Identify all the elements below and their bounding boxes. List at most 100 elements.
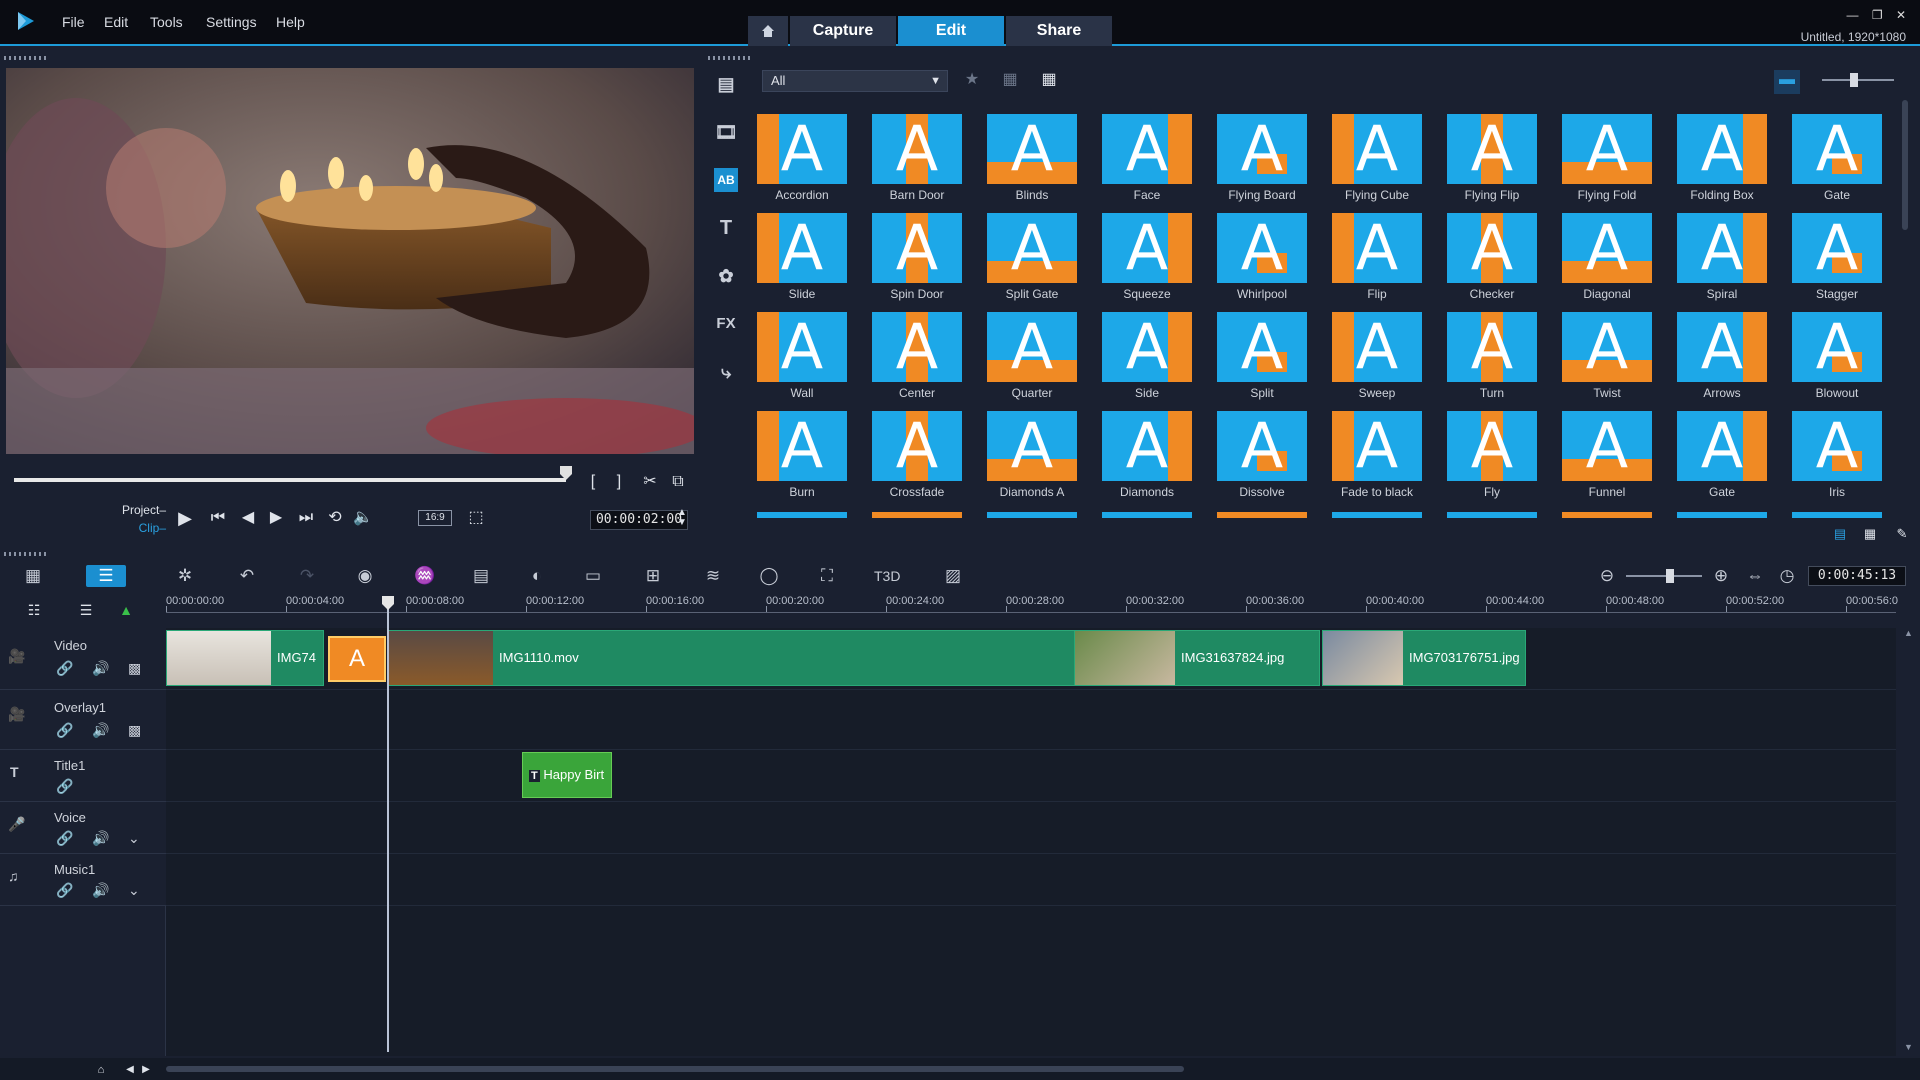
enlarge-preview-icon[interactable]: ⧉ (668, 472, 688, 492)
scroll-left-icon[interactable]: ◀ (124, 1060, 136, 1080)
timeline-horizontal-scrollbar[interactable] (166, 1066, 1184, 1072)
player-timecode[interactable]: 00:00:02:00 (590, 510, 688, 530)
filter-icon[interactable]: FX (714, 312, 738, 336)
transition-thumb[interactable]: A Funnel (1561, 409, 1675, 505)
volume-icon[interactable]: 🔈 (350, 508, 376, 528)
transition-thumb[interactable]: A Wall (756, 310, 870, 406)
transition-thumb[interactable]: A Split Gate (986, 211, 1100, 307)
end-icon[interactable]: ⏭ (294, 508, 318, 528)
storyboard-view-icon[interactable]: ▦ (20, 565, 46, 587)
expand-chevron-icon[interactable]: ⌄ (128, 882, 140, 899)
project-mode-label[interactable]: Project– (116, 500, 166, 520)
transition-thumb-partial[interactable] (1677, 512, 1767, 518)
transition-thumb[interactable]: A Dissolve (1216, 409, 1330, 505)
mosaic-icon[interactable]: ▩ (128, 722, 141, 739)
transition-thumb[interactable]: A Fly (1446, 409, 1560, 505)
title-icon[interactable]: T (714, 216, 738, 240)
link-icon[interactable]: 🔗 (56, 778, 73, 795)
clip-mode-label[interactable]: Clip– (116, 518, 166, 538)
fit-project-icon[interactable]: ⇔ (1742, 565, 1768, 587)
tab-edit[interactable]: Edit (898, 16, 1004, 46)
graphic-icon[interactable]: ✿ (714, 264, 738, 288)
aspect-ratio-button[interactable]: 16:9 (418, 510, 452, 526)
transition-thumb[interactable]: A Crossfade (871, 409, 985, 505)
add-chapter-icon[interactable]: ☰ (74, 600, 98, 620)
transition-thumb[interactable]: A Flying Board (1216, 112, 1330, 208)
transition-thumb[interactable]: A Checker (1446, 211, 1560, 307)
transition-thumb[interactable]: A Stagger (1791, 211, 1896, 307)
transition-thumb[interactable]: A Accordion (756, 112, 870, 208)
expand-chevron-icon[interactable]: ⌄ (128, 830, 140, 847)
transition-thumb[interactable]: A Slide (756, 211, 870, 307)
transition-thumb[interactable]: A Turn (1446, 310, 1560, 406)
scrubber-track[interactable] (14, 478, 566, 482)
menu-tools[interactable]: Tools (150, 14, 183, 30)
toolbar-settings-icon[interactable]: ✲ (172, 565, 198, 587)
transition-thumb[interactable]: A Spin Door (871, 211, 985, 307)
transition-thumb-partial[interactable] (1447, 512, 1537, 518)
next-frame-icon[interactable]: ▶ (264, 508, 288, 528)
add-favorite-icon[interactable]: ★ (960, 70, 984, 90)
transition-thumb[interactable]: A Diamonds A (986, 409, 1100, 505)
track-options-icon[interactable]: ⌂ (92, 1060, 110, 1080)
transition-thumb[interactable]: A Whirlpool (1216, 211, 1330, 307)
transition-thumb[interactable]: A Split (1216, 310, 1330, 406)
play-button[interactable]: ▶ (172, 508, 198, 528)
pan-zoom-icon[interactable]: ⛶ (814, 565, 840, 587)
ripple-editing-icon[interactable]: ▲ (114, 600, 138, 620)
transition-thumb[interactable]: A Gate (1676, 409, 1790, 505)
display-mode-icon[interactable]: ⬚ (462, 508, 490, 528)
mute-icon[interactable]: 🔊 (92, 660, 109, 677)
scroll-up-icon[interactable]: ▲ (1904, 628, 1913, 638)
close-button[interactable]: ✕ (1896, 8, 1906, 22)
video-clip-2[interactable]: IMG1110.mov (388, 630, 1084, 686)
split-clip-icon[interactable]: ✂ (640, 472, 660, 492)
transition-thumb[interactable]: A Iris (1791, 409, 1896, 505)
timecode-stepper[interactable]: ▲ ▼ (676, 508, 688, 528)
path-icon[interactable]: ⤷ (714, 360, 738, 384)
transition-thumb[interactable]: A Side (1101, 310, 1215, 406)
transition-thumb[interactable]: A Diagonal (1561, 211, 1675, 307)
minimize-button[interactable]: — (1846, 8, 1858, 22)
mute-icon[interactable]: 🔊 (92, 722, 109, 739)
gallery-scrollbar[interactable] (1902, 100, 1908, 230)
undo-icon[interactable]: ↶ (234, 565, 260, 587)
transition-thumb[interactable]: A Burn (756, 409, 870, 505)
transition-thumb[interactable]: A Flying Flip (1446, 112, 1560, 208)
transition-thumb[interactable]: A Twist (1561, 310, 1675, 406)
timeline-vertical-scrollbar[interactable]: ▲ ▼ (1904, 628, 1914, 1052)
playhead-handle[interactable] (380, 596, 396, 610)
redo-icon[interactable]: ↷ (294, 565, 320, 587)
transition-thumb[interactable]: A Face (1101, 112, 1215, 208)
zoom-slider[interactable] (1626, 569, 1702, 583)
transition-thumb[interactable]: A Center (871, 310, 985, 406)
video-clip-4[interactable]: IMG703176751.jpg (1322, 630, 1526, 686)
gallery-filter-select[interactable]: All ▼ (762, 70, 948, 92)
scroll-right-icon[interactable]: ▶ (140, 1060, 152, 1080)
split-screen-icon[interactable]: ▨ (940, 565, 966, 587)
motion-tracking-icon[interactable]: ◐ (524, 565, 550, 587)
menu-edit[interactable]: Edit (104, 14, 128, 30)
timeline-view-icon[interactable]: ☰ (86, 565, 126, 587)
thumbnail-size-slider[interactable] (1822, 73, 1894, 87)
playhead[interactable] (387, 596, 389, 1052)
restore-button[interactable]: ❐ (1872, 8, 1883, 22)
apply-random-icon[interactable]: ▦ (998, 70, 1022, 90)
media-icon[interactable]: ▤ (714, 72, 738, 96)
transition-thumb[interactable]: A Flying Fold (1561, 112, 1675, 208)
track-manager-icon[interactable]: ☷ (22, 600, 46, 620)
library-view-icon[interactable]: ▦ (1860, 524, 1880, 544)
transition-icon[interactable]: AB (714, 168, 738, 192)
title-clip[interactable]: T Happy Birt (522, 752, 612, 798)
link-icon[interactable]: 🔗 (56, 722, 73, 739)
mark-out-icon[interactable]: ] (612, 472, 626, 492)
mark-in-icon[interactable]: [ (586, 472, 600, 492)
link-icon[interactable]: 🔗 (56, 830, 73, 847)
transition-thumb[interactable]: A Blinds (986, 112, 1100, 208)
mute-icon[interactable]: 🔊 (92, 830, 109, 847)
transition-thumb[interactable]: A Flying Cube (1331, 112, 1445, 208)
transition-thumb-partial[interactable] (1562, 512, 1652, 518)
mute-icon[interactable]: 🔊 (92, 882, 109, 899)
slider-thumb[interactable] (1850, 73, 1858, 87)
auto-music-icon[interactable]: ▤ (468, 565, 494, 587)
